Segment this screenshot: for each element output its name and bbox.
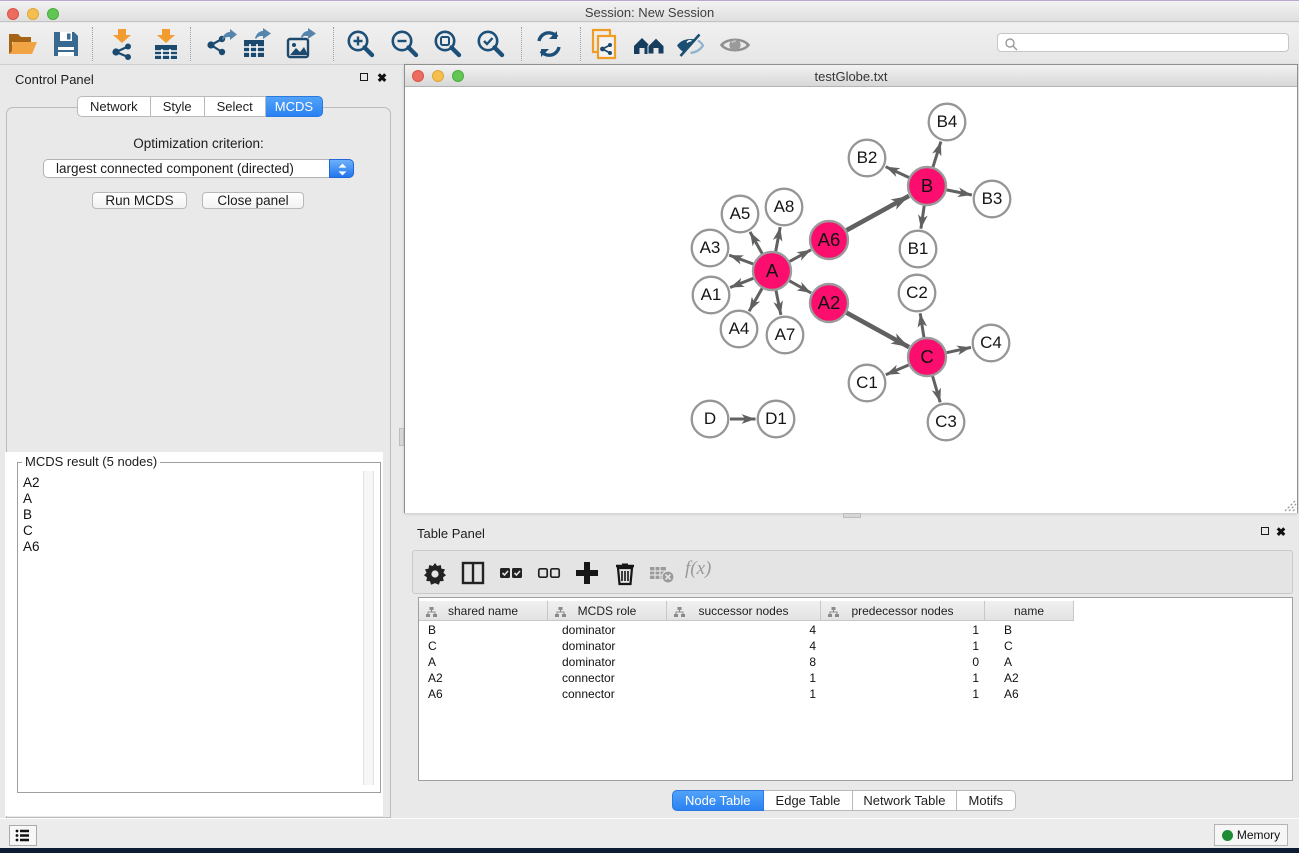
svg-text:B4: B4	[937, 112, 958, 131]
svg-text:D: D	[704, 409, 716, 428]
svg-text:C4: C4	[980, 333, 1002, 352]
svg-text:B2: B2	[857, 148, 878, 167]
svg-text:A3: A3	[700, 238, 721, 257]
svg-text:C3: C3	[935, 412, 957, 431]
svg-text:A8: A8	[774, 197, 795, 216]
svg-text:B1: B1	[908, 239, 929, 258]
svg-text:C1: C1	[856, 373, 878, 392]
svg-text:A: A	[766, 260, 779, 281]
svg-text:A4: A4	[729, 319, 750, 338]
svg-text:A6: A6	[818, 229, 841, 250]
svg-text:B: B	[921, 175, 933, 196]
svg-text:A7: A7	[775, 325, 796, 344]
svg-text:A1: A1	[701, 285, 722, 304]
svg-text:A2: A2	[818, 292, 841, 313]
svg-text:D1: D1	[765, 409, 787, 428]
svg-text:C2: C2	[906, 283, 928, 302]
svg-text:B3: B3	[982, 189, 1003, 208]
svg-text:A5: A5	[730, 204, 751, 223]
svg-text:C: C	[920, 346, 933, 367]
